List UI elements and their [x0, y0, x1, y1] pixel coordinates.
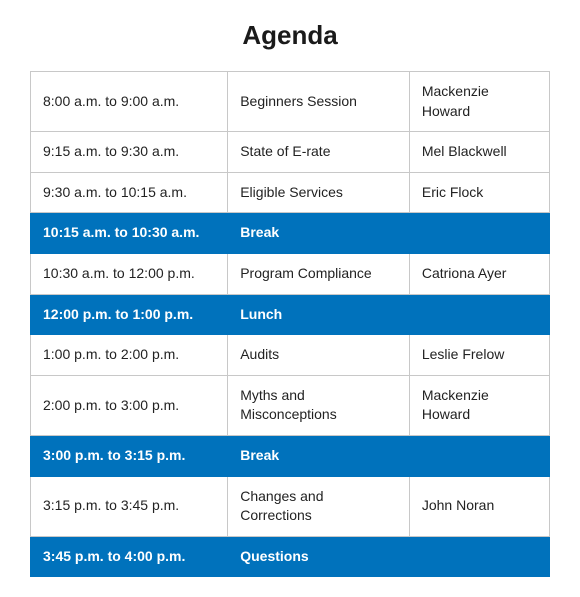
table-row: 12:00 p.m. to 1:00 p.m.Lunch [31, 294, 550, 335]
time-cell: 3:15 p.m. to 3:45 p.m. [31, 476, 228, 536]
agenda-table: 8:00 a.m. to 9:00 a.m.Beginners SessionM… [30, 71, 550, 577]
table-row: 9:30 a.m. to 10:15 a.m.Eligible Services… [31, 172, 550, 213]
table-row: 9:15 a.m. to 9:30 a.m.State of E-rateMel… [31, 132, 550, 173]
topic-cell: Lunch [228, 294, 550, 335]
table-row: 1:00 p.m. to 2:00 p.m.AuditsLeslie Frelo… [31, 335, 550, 376]
topic-cell: Changes and Corrections [228, 476, 410, 536]
presenter-cell: Mel Blackwell [409, 132, 549, 173]
time-cell: 3:00 p.m. to 3:15 p.m. [31, 435, 228, 476]
time-cell: 9:30 a.m. to 10:15 a.m. [31, 172, 228, 213]
time-cell: 8:00 a.m. to 9:00 a.m. [31, 72, 228, 132]
presenter-cell: Mackenzie Howard [409, 72, 549, 132]
topic-cell: Break [228, 213, 550, 254]
time-cell: 9:15 a.m. to 9:30 a.m. [31, 132, 228, 173]
presenter-cell: John Noran [409, 476, 549, 536]
topic-cell: Myths and Misconceptions [228, 375, 410, 435]
table-row: 3:00 p.m. to 3:15 p.m.Break [31, 435, 550, 476]
table-row: 8:00 a.m. to 9:00 a.m.Beginners SessionM… [31, 72, 550, 132]
table-row: 10:30 a.m. to 12:00 p.m.Program Complian… [31, 253, 550, 294]
topic-cell: State of E-rate [228, 132, 410, 173]
topic-cell: Eligible Services [228, 172, 410, 213]
table-row: 3:45 p.m. to 4:00 p.m.Questions [31, 536, 550, 577]
topic-cell: Questions [228, 536, 550, 577]
time-cell: 3:45 p.m. to 4:00 p.m. [31, 536, 228, 577]
presenter-cell: Eric Flock [409, 172, 549, 213]
presenter-cell: Mackenzie Howard [409, 375, 549, 435]
presenter-cell: Leslie Frelow [409, 335, 549, 376]
time-cell: 2:00 p.m. to 3:00 p.m. [31, 375, 228, 435]
time-cell: 10:15 a.m. to 10:30 a.m. [31, 213, 228, 254]
topic-cell: Break [228, 435, 550, 476]
page-title: Agenda [242, 20, 337, 51]
table-row: 10:15 a.m. to 10:30 a.m.Break [31, 213, 550, 254]
time-cell: 10:30 a.m. to 12:00 p.m. [31, 253, 228, 294]
table-row: 3:15 p.m. to 3:45 p.m.Changes and Correc… [31, 476, 550, 536]
topic-cell: Audits [228, 335, 410, 376]
topic-cell: Program Compliance [228, 253, 410, 294]
topic-cell: Beginners Session [228, 72, 410, 132]
time-cell: 1:00 p.m. to 2:00 p.m. [31, 335, 228, 376]
table-row: 2:00 p.m. to 3:00 p.m.Myths and Misconce… [31, 375, 550, 435]
presenter-cell: Catriona Ayer [409, 253, 549, 294]
time-cell: 12:00 p.m. to 1:00 p.m. [31, 294, 228, 335]
